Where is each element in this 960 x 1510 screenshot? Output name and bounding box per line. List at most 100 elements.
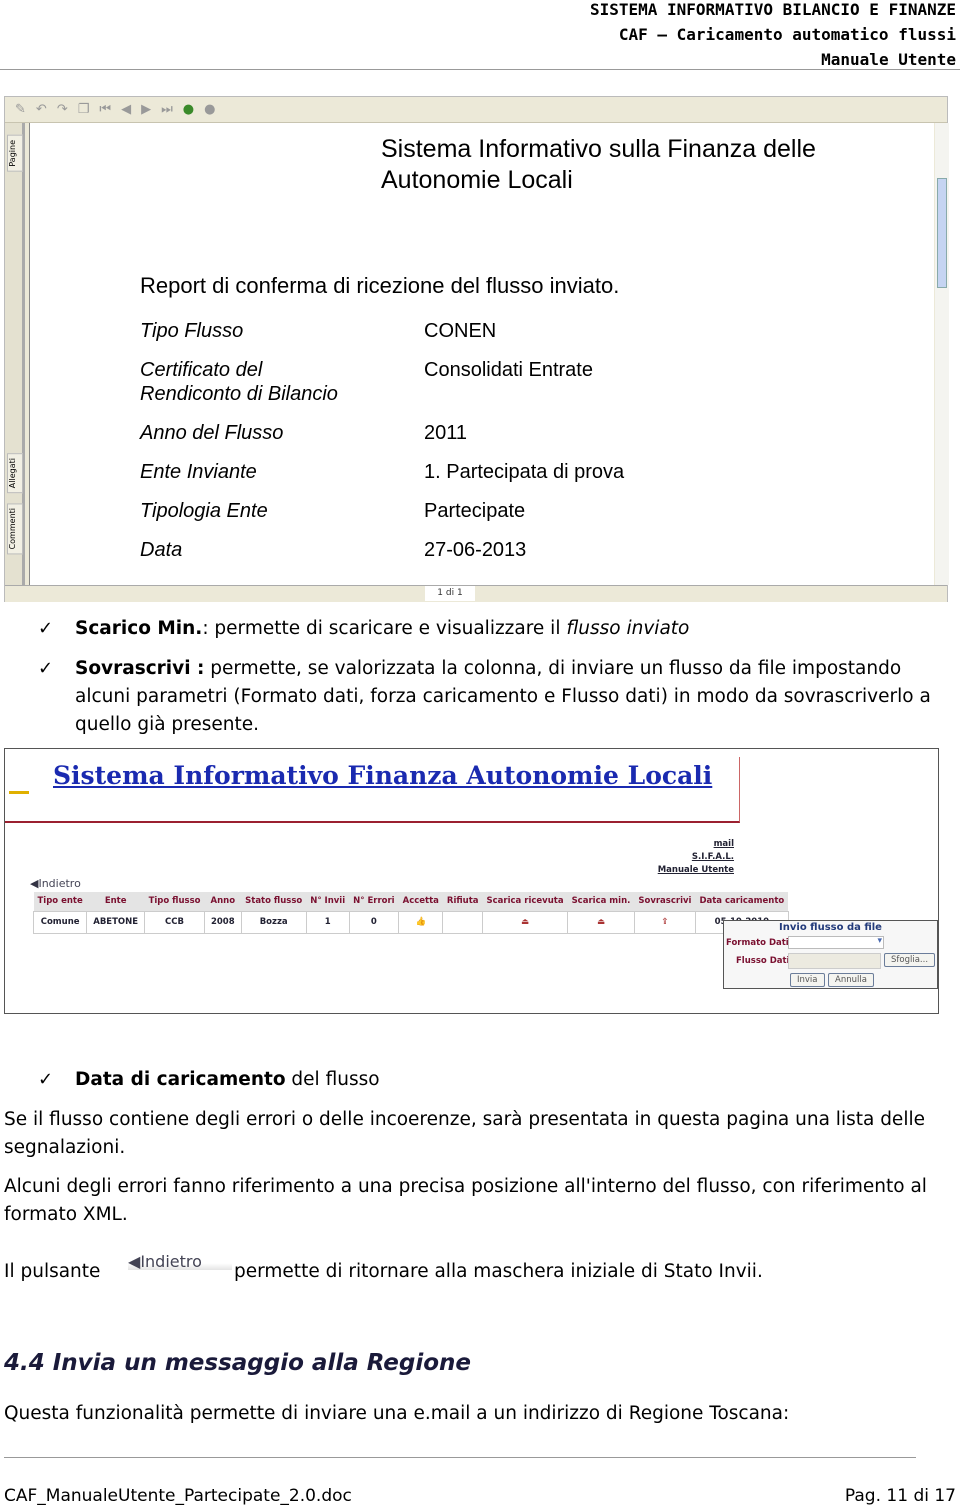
report-page: Sistema Informativo sulla Finanza delle …	[29, 123, 934, 585]
viewer-sidebar: Pagine Allegati Commenti	[5, 123, 25, 585]
browse-button[interactable]: Sfoglia...	[884, 953, 936, 967]
checkmark-icon: ✓	[38, 658, 54, 679]
value-tipo-flusso: CONEN	[424, 320, 497, 342]
logo	[9, 791, 29, 794]
paragraph-errori: Se il flusso contiene degli errori o del…	[4, 1109, 925, 1158]
page-indicator[interactable]: 1 di 1	[425, 586, 475, 601]
link-manuale[interactable]: Manuale Utente	[658, 864, 734, 877]
formato-select[interactable]: ▾	[788, 936, 884, 949]
download-icon[interactable]: ⏏	[597, 917, 605, 927]
column-header: Anno	[204, 892, 242, 911]
value-ente: 1. Partecipata di prova	[424, 461, 625, 483]
viewer-scrollbar[interactable]	[935, 123, 949, 585]
chevron-down-icon: ▾	[877, 936, 882, 946]
app-banner: Sistema Informativo Finanza Autonomie Lo…	[5, 757, 740, 823]
value-anno: 2011	[424, 422, 468, 444]
table-cell: Comune	[32, 910, 88, 934]
column-header: Ente	[86, 892, 145, 911]
next-page-icon[interactable]: ▶	[141, 102, 151, 117]
table-cell[interactable]: ⏏	[482, 910, 569, 934]
download-icon[interactable]: ⏏	[521, 917, 529, 927]
table-cell: 2008	[203, 910, 242, 934]
table-cell: ABETONE	[86, 910, 146, 934]
checkmark-icon: ✓	[38, 618, 54, 639]
table-cell[interactable]: ⇪	[633, 910, 696, 934]
column-header: N° Invii	[306, 892, 350, 911]
tab-commenti[interactable]: Commenti	[7, 503, 23, 555]
flussi-table: Tipo ente Ente Tipo flusso Anno Stato flusso…	[32, 892, 789, 934]
copy-icon[interactable]: ❐	[78, 102, 90, 117]
report-title-2: Autonomie Locali	[381, 166, 573, 194]
prev-page-icon[interactable]: ◀	[121, 102, 131, 117]
back-arrow-icon: ◀	[128, 1252, 141, 1271]
label-certificato: Certificato del	[140, 359, 263, 381]
thumbs-up-icon[interactable]: 👍	[415, 917, 426, 927]
column-header: Tipo flusso	[144, 892, 205, 911]
last-page-icon[interactable]: ⏭	[161, 102, 173, 117]
footer-page-number: Pag. 11 di 17	[844, 1486, 956, 1506]
formato-label: Formato Dati	[726, 938, 789, 948]
paragraph-indietro: Il pulsante ◀Indietro permette di ritorn…	[4, 1248, 954, 1286]
bullet-sovrascrivi: ✓ Sovrascrivi : permette, se valorizzata…	[4, 655, 954, 739]
first-page-icon[interactable]: ⏮	[99, 102, 111, 117]
column-header: Rifiuta	[442, 892, 483, 911]
column-header: Accetta	[398, 892, 443, 911]
table-cell: 1	[305, 910, 350, 934]
column-header: Scarica min.	[567, 892, 635, 911]
report-subtitle: Report di conferma di ricezione del flus…	[140, 273, 620, 298]
table-cell: Bozza	[240, 910, 307, 934]
bullet-data-caricamento: ✓ Data di caricamento del flusso	[4, 1066, 954, 1094]
scroll-thumb[interactable]	[937, 178, 947, 288]
column-header: Scarica ricevuta	[482, 892, 568, 911]
report-title: Sistema Informativo sulla Finanza delle	[381, 135, 816, 163]
footer-filename: CAF_ManualeUtente_Partecipate_2.0.doc	[4, 1486, 352, 1506]
upload-icon[interactable]: ⇪	[661, 917, 668, 927]
label-tipologia: Tipologia Ente	[140, 500, 268, 522]
undo-icon[interactable]: ↶	[36, 102, 47, 117]
table-cell[interactable]: ⏏	[567, 910, 635, 934]
label-tipo-flusso: Tipo Flusso	[140, 320, 244, 342]
table-cell	[442, 910, 484, 934]
page-header: SISTEMA INFORMATIVO BILANCIO E FINANZE C…	[589, 0, 956, 69]
invio-flusso-panel: Invio flusso da file Formato Dati ▾ Flus…	[723, 920, 938, 989]
spellcheck-icon[interactable]: ✎	[15, 102, 26, 117]
forward-icon[interactable]: ●	[183, 102, 194, 117]
invio-title: Invio flusso da file	[779, 922, 882, 933]
redo-icon[interactable]: ↷	[57, 102, 68, 117]
pdf-viewer-screenshot: ✎ ↶ ↷ ❐ ⏮ ◀ ▶ ⏭ ● ● Pagine Allegati Comm…	[4, 96, 949, 602]
bullet-scarico-min: ✓ Scarico Min.: permette di scaricare e …	[4, 615, 954, 643]
label-anno: Anno del Flusso	[140, 422, 284, 444]
viewer-statusbar: 1 di 1	[5, 585, 947, 602]
label-ente: Ente Inviante	[140, 461, 257, 483]
table-cell[interactable]: 👍	[398, 910, 444, 934]
viewer-toolbar: ✎ ↶ ↷ ❐ ⏮ ◀ ▶ ⏭ ● ●	[5, 97, 947, 123]
tab-pagine[interactable]: Pagine	[7, 135, 23, 172]
send-button[interactable]: Invia	[790, 973, 825, 987]
table-row: ComuneABETONECCB2008Bozza10👍⏏⏏⇪05-10-201…	[32, 910, 789, 934]
indietro-button-image: ◀Indietro	[128, 1248, 232, 1271]
label-data: Data	[140, 539, 183, 561]
header-divider	[0, 69, 960, 70]
paragraph-xml: Alcuni degli errori fanno riferimento a …	[4, 1176, 927, 1225]
link-sifal[interactable]: S.I.F.A.L.	[692, 851, 734, 864]
label-certificato-2: Rendiconto di Bilancio	[140, 383, 338, 405]
table-header: Tipo ente Ente Tipo flusso Anno Stato flusso…	[33, 892, 789, 911]
back-button[interactable]: ◀Indietro	[30, 877, 81, 890]
flusso-input[interactable]	[788, 953, 881, 969]
app-title[interactable]: Sistema Informativo Finanza Autonomie Lo…	[53, 761, 712, 790]
link-mail[interactable]: mail	[714, 838, 734, 851]
back-icon[interactable]: ●	[204, 102, 215, 117]
column-header: Data caricamento	[695, 892, 789, 911]
paragraph-messaggio: Questa funzionalità permette di inviare …	[4, 1403, 790, 1424]
table-cell: CCB	[144, 910, 205, 934]
tab-allegati[interactable]: Allegati	[7, 453, 23, 494]
footer-divider	[4, 1457, 916, 1458]
column-header: Stato flusso	[241, 892, 307, 911]
value-data: 27-06-2013	[424, 539, 527, 561]
value-certificato: Consolidati Entrate	[424, 359, 593, 381]
cancel-button[interactable]: Annulla	[828, 973, 874, 987]
column-header: N° Errori	[349, 892, 399, 911]
column-header: Sovrascrivi	[634, 892, 696, 911]
checkmark-icon: ✓	[38, 1069, 54, 1090]
flusso-label: Flusso Dati	[736, 956, 790, 966]
